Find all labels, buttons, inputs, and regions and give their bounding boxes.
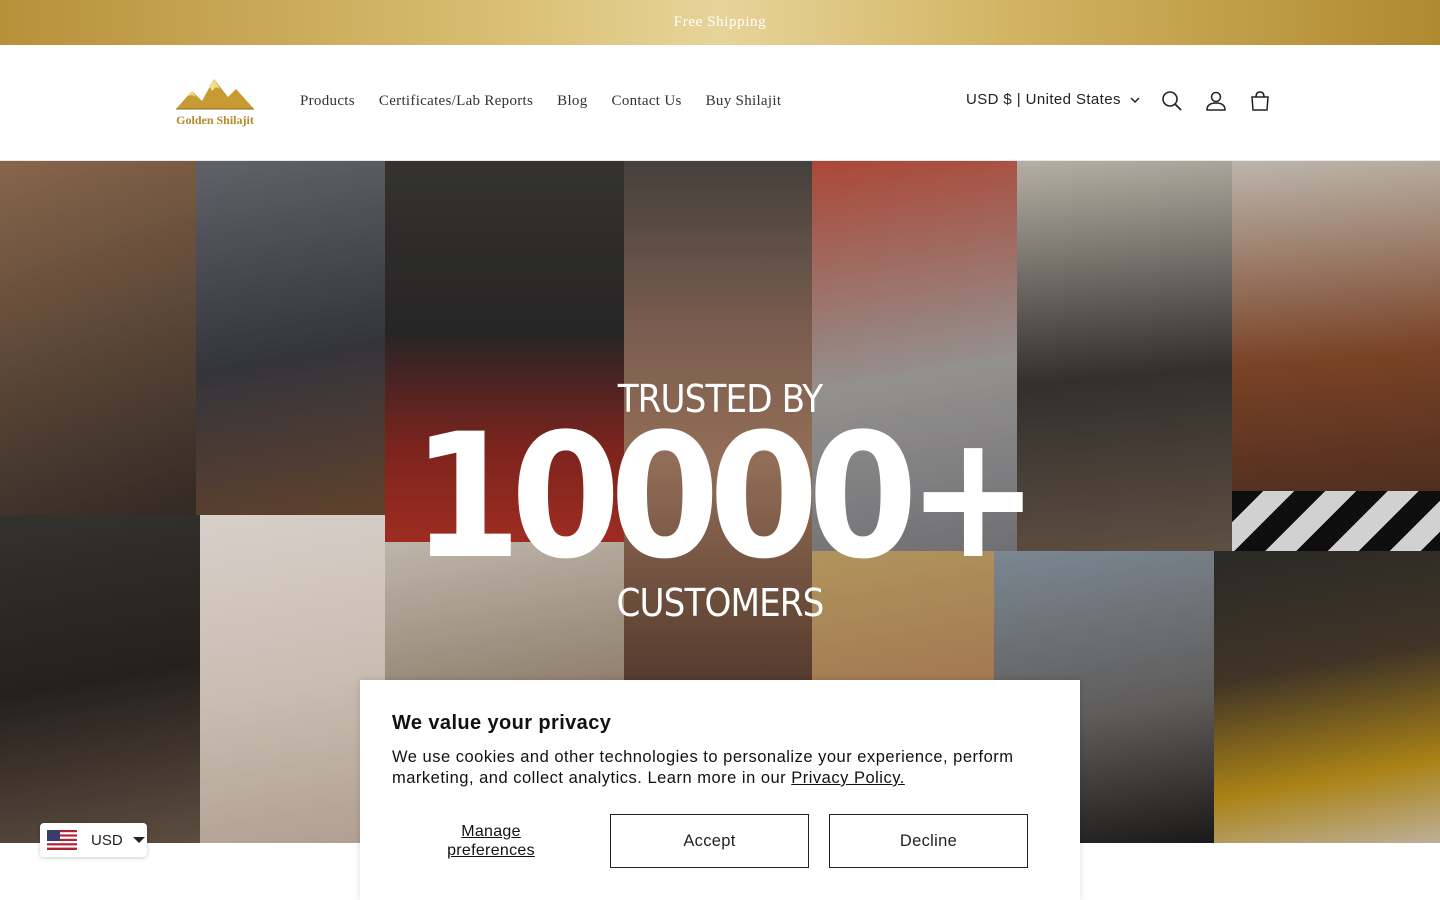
country-selector[interactable]: USD $ | United States — [966, 91, 1141, 108]
cart-icon[interactable] — [1248, 89, 1272, 113]
decline-button[interactable]: Decline — [829, 814, 1028, 868]
site-header: Golden Shilajit Products Certificates/La… — [0, 45, 1440, 161]
caret-down-icon — [132, 837, 145, 843]
nav-certificates[interactable]: Certificates/Lab Reports — [367, 89, 545, 113]
main-nav: Products Certificates/Lab Reports Blog C… — [288, 89, 793, 113]
chevron-down-icon — [1130, 96, 1140, 103]
currency-selector[interactable]: USD — [40, 823, 147, 857]
logo[interactable]: Golden Shilajit — [172, 75, 258, 131]
accept-button[interactable]: Accept — [610, 814, 809, 868]
privacy-policy-link[interactable]: Privacy Policy. — [791, 769, 905, 787]
announcement-text: Free Shipping — [673, 14, 767, 30]
account-icon[interactable] — [1204, 89, 1228, 113]
nav-buy-shilajit[interactable]: Buy Shilajit — [694, 89, 794, 113]
currency-label: USD — [91, 831, 123, 849]
manage-preferences-button[interactable]: Manage preferences — [424, 822, 558, 860]
hero-line-2: 10000+ — [411, 396, 1040, 597]
hero-line-3: CUSTOMERS — [616, 581, 825, 625]
cookie-body: We use cookies and other technologies to… — [392, 747, 1052, 789]
us-flag-icon — [47, 830, 77, 850]
cookie-body-text: We use cookies and other technologies to… — [392, 748, 1014, 787]
nav-contact[interactable]: Contact Us — [600, 89, 694, 113]
logo-text: Golden Shilajit — [176, 113, 254, 127]
nav-blog[interactable]: Blog — [545, 89, 599, 113]
cookie-banner: We value your privacy We use cookies and… — [360, 680, 1080, 900]
mountain-logo-icon — [176, 79, 254, 110]
announcement-bar: Free Shipping — [0, 0, 1440, 45]
nav-products[interactable]: Products — [288, 89, 367, 113]
search-icon[interactable] — [1160, 89, 1184, 113]
country-selector-label: USD $ | United States — [966, 91, 1121, 108]
cookie-title: We value your privacy — [392, 712, 612, 734]
